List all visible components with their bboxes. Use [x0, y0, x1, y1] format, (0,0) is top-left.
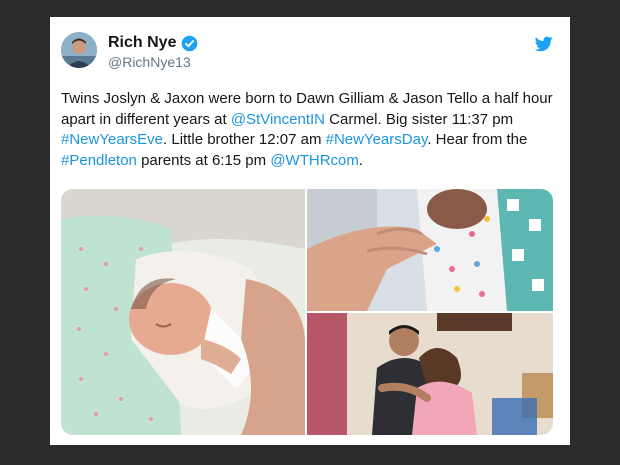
tweet-text-segment: parents at 6:15 pm [136, 151, 271, 169]
author-display-name[interactable]: Rich Nye [108, 34, 176, 52]
author-avatar[interactable] [61, 32, 97, 68]
hashtag-link[interactable]: #NewYearsEve [61, 131, 163, 148]
verified-badge-icon [181, 35, 198, 52]
mention-link[interactable]: @StVincentIN [231, 111, 325, 128]
author-handle[interactable]: @RichNye13 [108, 54, 191, 70]
twitter-bird-icon[interactable] [534, 36, 553, 52]
avatar-image [61, 32, 97, 68]
tweet-text-segment: Carmel. Big sister 11:37 pm [325, 110, 514, 128]
newborn-sleeping-photo[interactable] [61, 189, 305, 435]
tweet-text: Twins Joslyn & Jaxon were born to Dawn G… [61, 89, 561, 171]
tweet-text-segment: . [358, 151, 364, 169]
newborn-hand-photo[interactable] [307, 189, 553, 311]
tweet-text-segment: . Little brother 12:07 am [163, 131, 326, 148]
mention-link[interactable]: @WTHRcom [270, 152, 359, 169]
tweet-text-segment: . Hear from the [427, 131, 528, 148]
tweet-media-grid [61, 189, 553, 435]
parents-photo[interactable] [307, 313, 553, 435]
author-name-row: Rich Nye [108, 34, 198, 52]
hashtag-link[interactable]: #NewYearsDay [326, 131, 428, 148]
tweet-card: Rich Nye @RichNye13 Twins Joslyn & Jaxon… [50, 17, 570, 445]
hashtag-link[interactable]: #Pendleton [61, 152, 137, 169]
